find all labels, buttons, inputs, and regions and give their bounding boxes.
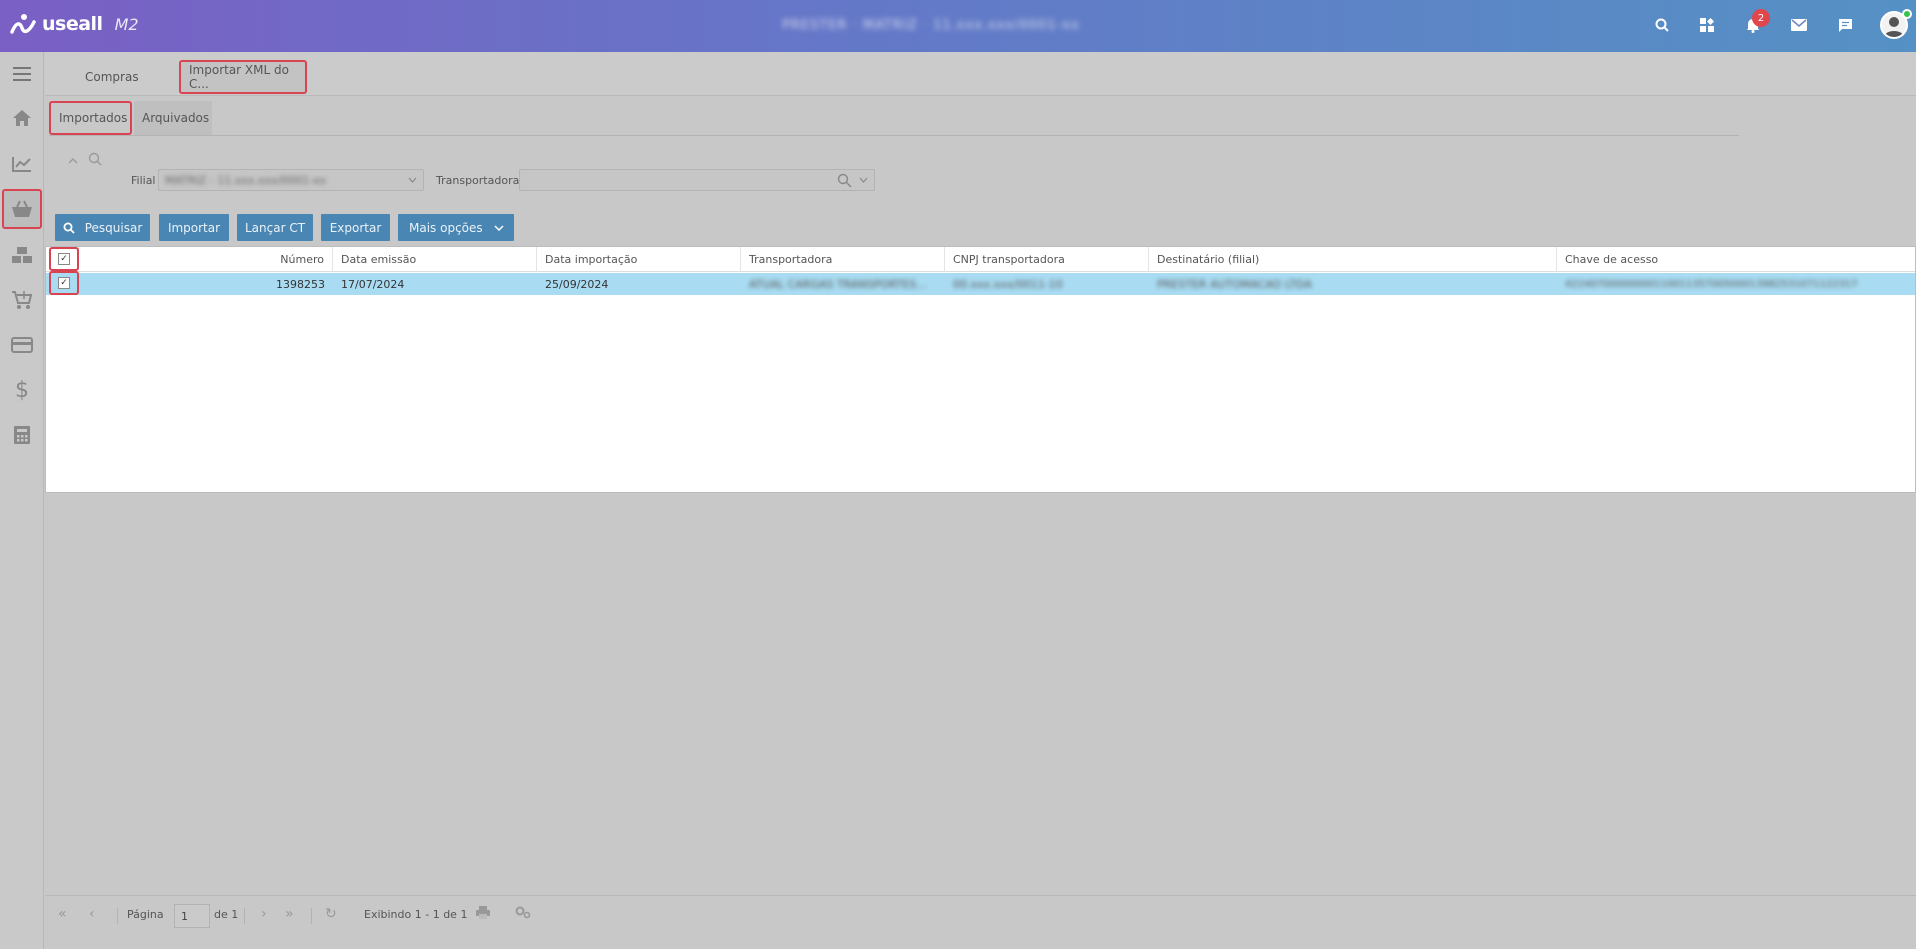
- lookup-search-icon[interactable]: [837, 173, 852, 188]
- search-icon[interactable]: [1651, 14, 1673, 36]
- cell-numero: 1398253: [276, 277, 325, 291]
- mais-opcoes-button[interactable]: Mais opções: [398, 214, 514, 241]
- data-grid: ✓ Número Data emissão Data importação Tr…: [45, 246, 1916, 493]
- tab-bar: Compras Importar XML do C...: [45, 52, 1916, 96]
- collapse-filter-icon[interactable]: [68, 154, 78, 168]
- hamburger-icon[interactable]: [0, 54, 44, 94]
- chave-text: 4224070000000011001135700500013982531071…: [1565, 278, 1858, 290]
- page-of-label: de 1: [214, 908, 239, 921]
- cell-transportadora: ATUAL CARGAS TRANSPORTES...: [741, 273, 945, 295]
- chevron-down-icon: [408, 177, 417, 183]
- brand-name: useall: [42, 13, 103, 35]
- chart-icon[interactable]: [0, 144, 44, 184]
- chevron-down-icon[interactable]: [859, 177, 868, 183]
- pager-separator: [117, 908, 118, 924]
- filter-search-icon[interactable]: [88, 152, 102, 169]
- col-transportadora[interactable]: Transportadora: [741, 247, 945, 272]
- pager-separator: [311, 908, 312, 924]
- tab-compras[interactable]: Compras: [77, 60, 147, 94]
- chevron-down-icon: [494, 225, 504, 231]
- sidebar: $: [0, 52, 44, 949]
- col-chave-acesso[interactable]: Chave de acesso: [1557, 247, 1915, 272]
- mais-opcoes-label: Mais opções: [409, 220, 483, 235]
- cell-data-emissao: 17/07/2024: [341, 277, 405, 291]
- apps-icon[interactable]: [1696, 14, 1718, 36]
- search-icon: [63, 222, 75, 234]
- table-row[interactable]: ✓ 1398253 17/07/2024 25/09/2024 ATUAL CA…: [46, 271, 1915, 295]
- subtab-divider: [49, 135, 1739, 136]
- logo-icon: [10, 14, 36, 34]
- pesquisar-label: Pesquisar: [84, 220, 143, 235]
- cell-destinatario: PRESTER AUTOMACAO LTDA: [1149, 273, 1557, 295]
- col-numero[interactable]: Número: [82, 247, 333, 272]
- product-name: M2: [114, 14, 139, 34]
- cell-chave: 4224070000000011001135700500013982531071…: [1557, 273, 1915, 295]
- last-page-icon[interactable]: »: [285, 906, 294, 922]
- checkbox-icon: ✓: [58, 277, 70, 289]
- notification-badge: 2: [1752, 9, 1770, 27]
- exportar-button[interactable]: Exportar: [321, 214, 390, 241]
- filial-value: MATRIZ - 11.xxx.xxx/0001-xx: [165, 174, 327, 187]
- pager-separator: [244, 908, 245, 924]
- basket-icon[interactable]: [2, 189, 42, 229]
- app-logo[interactable]: useall M2: [10, 12, 139, 36]
- first-page-icon[interactable]: «: [58, 906, 67, 922]
- calculator-icon[interactable]: [0, 415, 44, 455]
- tab-importar-xml[interactable]: Importar XML do C...: [179, 60, 307, 94]
- checkbox-icon: ✓: [58, 253, 70, 265]
- destinatario-text: PRESTER AUTOMACAO LTDA: [1157, 277, 1313, 291]
- col-cnpj-transportadora[interactable]: CNPJ transportadora: [945, 247, 1149, 272]
- pesquisar-button[interactable]: Pesquisar: [55, 214, 150, 241]
- page-input[interactable]: 1: [174, 904, 210, 928]
- col-data-importacao[interactable]: Data importação: [537, 247, 741, 272]
- boxes-icon[interactable]: [0, 235, 44, 275]
- filial-select[interactable]: MATRIZ - 11.xxx.xxx/0001-xx: [158, 169, 424, 191]
- card-icon[interactable]: [0, 325, 44, 365]
- pagination-bar: « ‹ Página 1 de 1 › » ↻ Exibindo 1 - 1 d…: [45, 895, 1916, 937]
- transportadora-label: Transportadora: [436, 174, 520, 187]
- transportadora-text: ATUAL CARGAS TRANSPORTES...: [749, 277, 927, 291]
- print-icon[interactable]: [476, 906, 490, 922]
- refresh-icon[interactable]: ↻: [325, 906, 337, 922]
- col-destinatario[interactable]: Destinatário (filial): [1149, 247, 1557, 272]
- display-count: Exibindo 1 - 1 de 1: [364, 908, 468, 921]
- mail-icon[interactable]: [1788, 14, 1810, 36]
- row-checkbox[interactable]: ✓: [49, 271, 79, 295]
- cell-data-importacao: 25/09/2024: [545, 277, 609, 291]
- next-page-icon[interactable]: ›: [261, 906, 267, 922]
- prev-page-icon[interactable]: ‹: [89, 906, 95, 922]
- grid-header: ✓ Número Data emissão Data importação Tr…: [46, 247, 1915, 272]
- dollar-icon[interactable]: $: [0, 370, 44, 410]
- chat-icon[interactable]: [1834, 14, 1856, 36]
- cart-icon[interactable]: [0, 280, 44, 320]
- settings-icon[interactable]: [515, 906, 531, 922]
- subtab-importados[interactable]: Importados: [49, 101, 132, 135]
- importar-button[interactable]: Importar: [159, 214, 229, 241]
- cnpj-text: 00.xxx.xxx/0011-10: [953, 277, 1063, 291]
- company-info: PRESTER · MATRIZ · 11.xxx.xxx/0001-xx: [782, 18, 1080, 33]
- page-label: Página: [127, 908, 164, 921]
- subtab-arquivados[interactable]: Arquivados: [134, 101, 212, 135]
- lancar-ct-button[interactable]: Lançar CT: [237, 214, 313, 241]
- select-all-checkbox[interactable]: ✓: [49, 247, 79, 271]
- col-data-emissao[interactable]: Data emissão: [333, 247, 537, 272]
- transportadora-input[interactable]: [519, 169, 875, 191]
- home-icon[interactable]: [0, 98, 44, 138]
- filial-label: Filial: [131, 174, 156, 187]
- cell-cnpj: 00.xxx.xxx/0011-10: [945, 273, 1149, 295]
- top-header: useall M2 PRESTER · MATRIZ · 11.xxx.xxx/…: [0, 0, 1916, 52]
- online-status-dot: [1902, 9, 1912, 19]
